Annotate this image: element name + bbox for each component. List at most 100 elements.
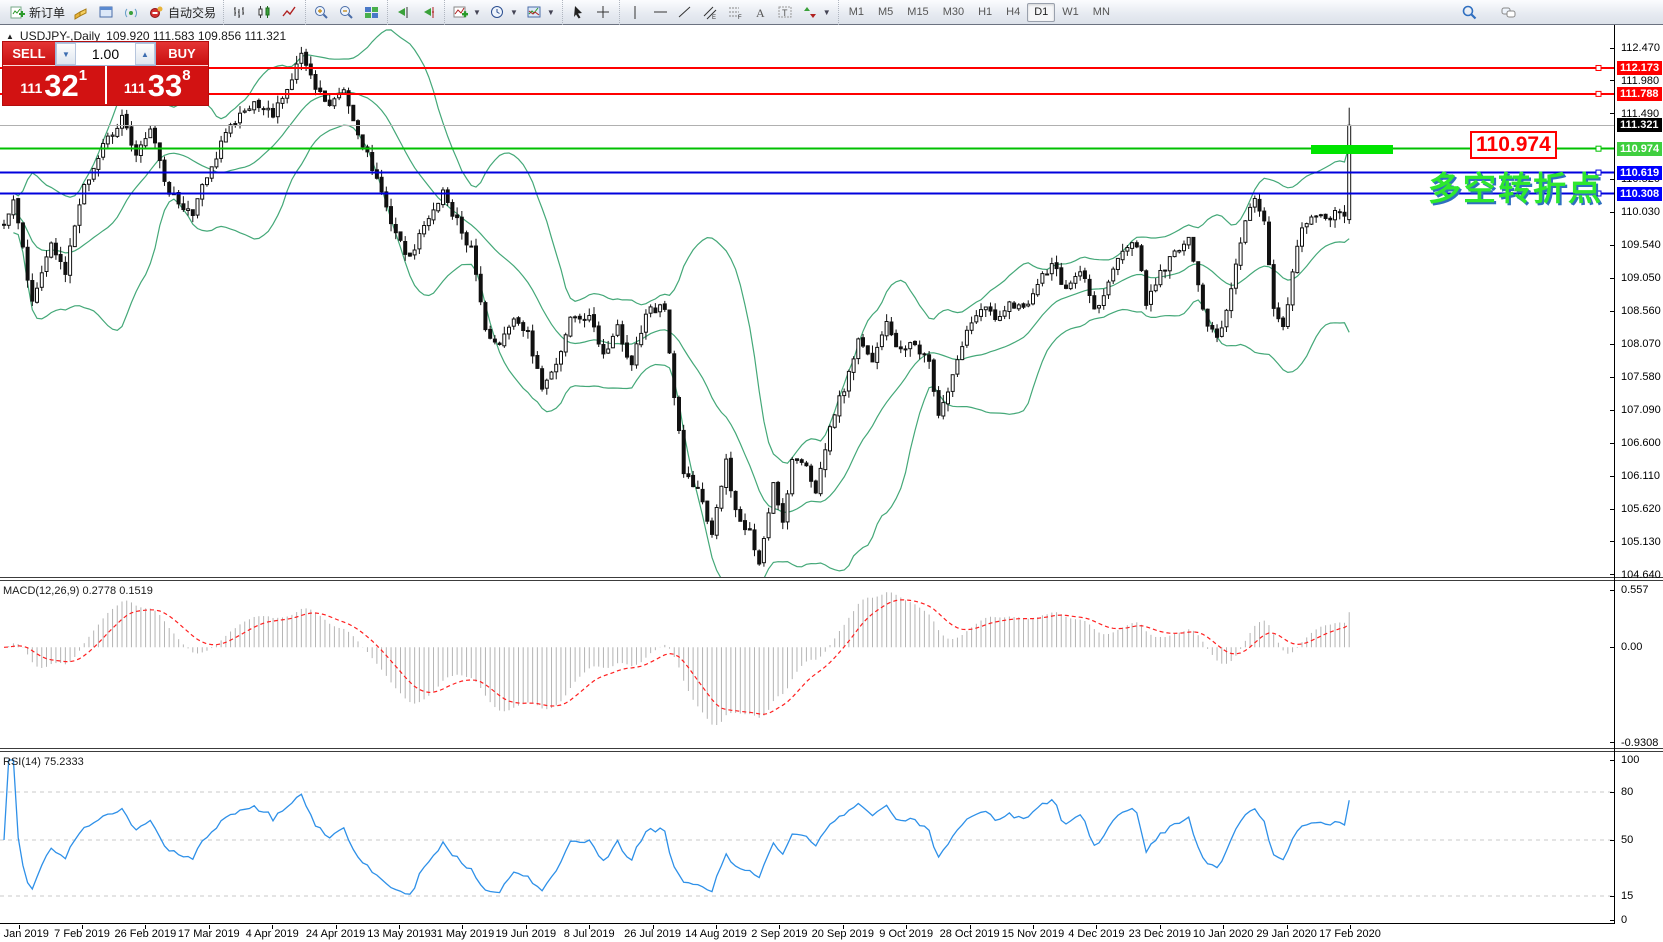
volume-down-button[interactable]: ▼ [56, 43, 76, 65]
candle-body [1112, 269, 1115, 281]
candle-body [918, 345, 921, 354]
new-order-button[interactable]: 新订单 [5, 2, 69, 23]
cursor-icon[interactable] [566, 2, 591, 23]
fibonacci-icon[interactable]: F [723, 2, 748, 23]
profiles-icon[interactable] [69, 2, 94, 23]
line-handle[interactable] [1596, 146, 1601, 151]
auto-scroll-icon[interactable] [391, 2, 416, 23]
buy-price-pips: 33 [148, 71, 182, 101]
macd-tick-label: 0.00 [1621, 641, 1642, 653]
candle-body [588, 316, 591, 321]
candle-body [139, 145, 142, 156]
trendline-icon[interactable] [673, 2, 698, 23]
candle-body [602, 345, 605, 354]
macd-tick-label: 0.557 [1621, 584, 1649, 596]
candle-body [951, 375, 954, 392]
candle-body [239, 113, 242, 123]
text-icon[interactable]: A [748, 2, 773, 23]
candle-body [493, 339, 496, 342]
zoom-in-icon[interactable] [309, 2, 334, 23]
volume-input[interactable]: 1.00 [76, 43, 135, 65]
rsi-pane[interactable] [0, 753, 1614, 923]
price-chart[interactable] [0, 25, 1614, 577]
date-label: 23 Dec 2019 [1129, 928, 1191, 940]
candle-body [1126, 248, 1129, 252]
highlight-bar[interactable] [1311, 145, 1393, 154]
date-label: 2 Sep 2019 [751, 928, 807, 940]
candle-body [668, 310, 671, 353]
timeframe-mn[interactable]: MN [1086, 3, 1117, 22]
timeframe-h1[interactable]: H1 [971, 3, 999, 22]
chat-icon[interactable] [1496, 2, 1521, 23]
date-label: 4 Apr 2019 [246, 928, 299, 940]
arrows-icon[interactable]: ▼ [798, 2, 835, 23]
candle-body [40, 273, 43, 288]
sell-price[interactable]: 111 32 1 [3, 66, 107, 104]
channel-icon[interactable]: E [698, 2, 723, 23]
line-handle[interactable] [1596, 65, 1601, 70]
dropdown-caret-icon[interactable]: ▼ [823, 8, 831, 17]
indicators-icon[interactable]: ▼ [448, 2, 485, 23]
templates-icon[interactable]: ▼ [522, 2, 559, 23]
date-axis: 20 Jan 20197 Feb 201926 Feb 201917 Mar 2… [0, 925, 1663, 942]
line-chart-icon[interactable] [277, 2, 302, 23]
bar-chart-icon[interactable] [227, 2, 252, 23]
horizontal-line-icon[interactable] [648, 2, 673, 23]
signals-icon[interactable] [119, 2, 144, 23]
macd-pane[interactable] [0, 582, 1614, 748]
auto-trading-button[interactable]: 自动交易 [144, 2, 220, 23]
dropdown-caret-icon[interactable]: ▼ [547, 8, 555, 17]
timeframe-d1[interactable]: D1 [1027, 3, 1055, 22]
candle-body [715, 508, 718, 536]
candle-body [1268, 222, 1271, 265]
buy-price[interactable]: 111 33 8 [107, 66, 209, 104]
pane-separator[interactable] [0, 577, 1663, 581]
timeframe-m5[interactable]: M5 [871, 3, 900, 22]
candle-body [578, 316, 581, 319]
candle-body [508, 327, 511, 334]
candle-body [281, 98, 284, 103]
timeframe-m30[interactable]: M30 [936, 3, 971, 22]
tile-windows-icon[interactable] [359, 2, 384, 23]
dropdown-caret-icon[interactable]: ▼ [510, 8, 518, 17]
candle-body [758, 551, 761, 564]
candle-body [593, 315, 596, 327]
timeframe-m15[interactable]: M15 [900, 3, 935, 22]
candlestick-icon[interactable] [252, 2, 277, 23]
candle-body [333, 99, 336, 106]
chart-shift-icon[interactable] [416, 2, 441, 23]
axis-tick [1610, 792, 1615, 793]
buy-button[interactable]: BUY [156, 42, 208, 66]
line-handle[interactable] [1596, 91, 1601, 96]
candle-body [545, 380, 548, 388]
data-window-icon[interactable] [94, 2, 119, 23]
candle-body [961, 347, 964, 360]
sell-button[interactable]: SELL [3, 42, 55, 66]
candle-body [1263, 211, 1266, 221]
dropdown-caret-icon[interactable]: ▼ [473, 8, 481, 17]
search-icon[interactable] [1457, 2, 1482, 23]
macd-label: MACD(12,26,9) 0.2778 0.1519 [3, 585, 153, 597]
candle-body [937, 391, 940, 416]
price-callout[interactable]: 110.974 [1470, 131, 1557, 159]
candle-body [1145, 271, 1148, 306]
candle-body [290, 80, 293, 90]
candle-body [324, 91, 327, 101]
candle-body [92, 168, 95, 179]
label-icon[interactable]: T [773, 2, 798, 23]
candle-body [810, 466, 813, 481]
periods-icon[interactable]: ▼ [485, 2, 522, 23]
turning-point-note[interactable]: 多空转折点 [1428, 172, 1603, 206]
zoom-out-icon[interactable] [334, 2, 359, 23]
price-tick-label: 106.600 [1621, 437, 1661, 449]
vertical-line-icon[interactable] [623, 2, 648, 23]
volume-up-button[interactable]: ▲ [135, 43, 155, 65]
timeframe-w1[interactable]: W1 [1055, 3, 1086, 22]
candle-body [26, 247, 29, 280]
candle-body [829, 427, 832, 451]
pane-separator[interactable] [0, 748, 1663, 752]
candle-body [744, 521, 747, 530]
timeframe-m1[interactable]: M1 [842, 3, 871, 22]
timeframe-h4[interactable]: H4 [999, 3, 1027, 22]
crosshair-icon[interactable] [591, 2, 616, 23]
